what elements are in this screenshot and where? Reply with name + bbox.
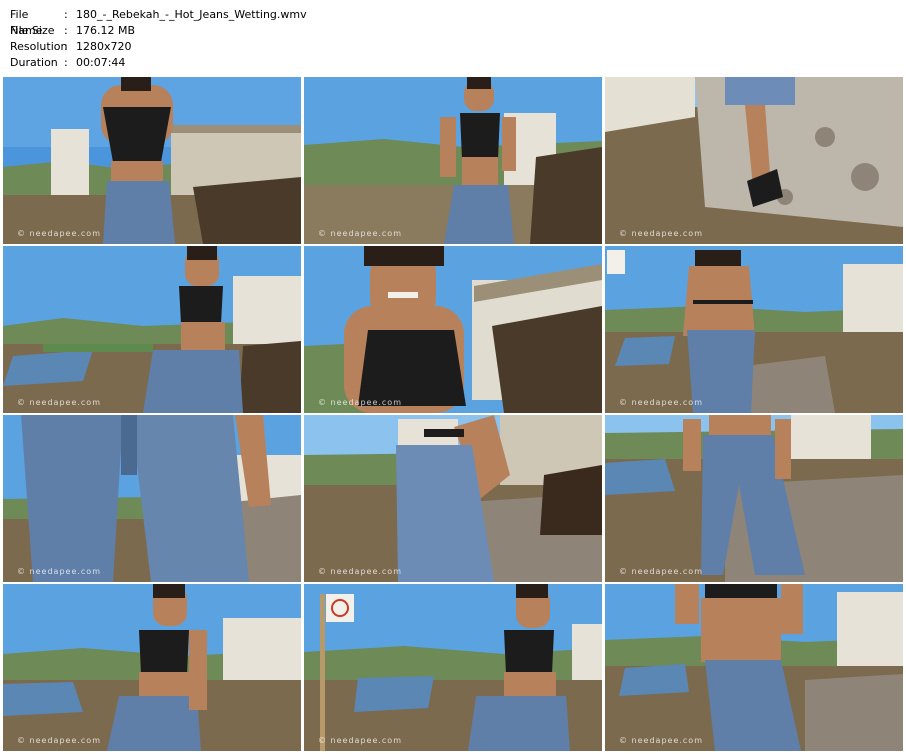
thumbnail-5[interactable]: © needapee.com [304, 246, 602, 413]
watermark: © needapee.com [318, 736, 402, 745]
file-name-value: 180_-_Rebekah_-_Hot_Jeans_Wetting.wmv [76, 8, 307, 21]
thumbnail-9-image [605, 415, 903, 582]
watermark: © needapee.com [619, 736, 703, 745]
watermark: © needapee.com [619, 567, 703, 576]
thumbnail-11-image [304, 584, 602, 751]
watermark: © needapee.com [318, 567, 402, 576]
thumbnail-6[interactable]: © needapee.com [605, 246, 903, 413]
thumbnail-12[interactable]: © needapee.com [605, 584, 903, 751]
thumbnail-1[interactable]: © needapee.com [3, 77, 301, 244]
thumbnail-7[interactable]: © needapee.com [3, 415, 301, 582]
duration-row: Duration : 00:07:44 [10, 55, 307, 71]
resolution-label: Resolution [10, 40, 68, 53]
file-info-panel: File Name : 180_-_Rebekah_-_Hot_Jeans_We… [10, 7, 307, 71]
watermark: © needapee.com [17, 567, 101, 576]
thumbnail-4-image [3, 246, 301, 413]
duration-value: 00:07:44 [76, 56, 126, 69]
file-name-row: File Name : 180_-_Rebekah_-_Hot_Jeans_We… [10, 7, 307, 37]
separator: : [64, 56, 68, 69]
thumbnail-4[interactable]: © needapee.com [3, 246, 301, 413]
thumbnail-9[interactable]: © needapee.com [605, 415, 903, 582]
thumbnail-3[interactable]: © needapee.com [605, 77, 903, 244]
separator: : [64, 40, 68, 53]
watermark: © needapee.com [619, 229, 703, 238]
watermark: © needapee.com [318, 229, 402, 238]
thumbnail-1-image [3, 77, 301, 244]
thumbnail-grid: © needapee.com © needapee.com © needapee… [3, 77, 904, 754]
watermark: © needapee.com [619, 398, 703, 407]
thumbnail-2[interactable]: © needapee.com [304, 77, 602, 244]
thumbnail-11[interactable]: © needapee.com [304, 584, 602, 751]
watermark: © needapee.com [318, 398, 402, 407]
thumbnail-12-image [605, 584, 903, 751]
separator: : [64, 24, 68, 37]
file-size-value: 176.12 MB [76, 24, 136, 37]
thumbnail-8-image [304, 415, 602, 582]
watermark: © needapee.com [17, 229, 101, 238]
thumbnail-7-image [3, 415, 301, 582]
thumbnail-8[interactable]: © needapee.com [304, 415, 602, 582]
watermark: © needapee.com [17, 736, 101, 745]
file-size-row: File Size : 176.12 MB [10, 23, 307, 39]
file-name-label: File Name [10, 8, 43, 37]
thumbnail-3-image [605, 77, 903, 244]
resolution-value: 1280x720 [76, 40, 132, 53]
thumbnail-6-image [605, 246, 903, 413]
thumbnail-2-image [304, 77, 602, 244]
file-size-label: File Size [10, 24, 55, 37]
thumbnail-5-image [304, 246, 602, 413]
watermark: © needapee.com [17, 398, 101, 407]
resolution-row: Resolution : 1280x720 [10, 39, 307, 55]
thumbnail-10[interactable]: © needapee.com [3, 584, 301, 751]
separator: : [64, 8, 68, 21]
duration-label: Duration [10, 56, 58, 69]
thumbnail-10-image [3, 584, 301, 751]
